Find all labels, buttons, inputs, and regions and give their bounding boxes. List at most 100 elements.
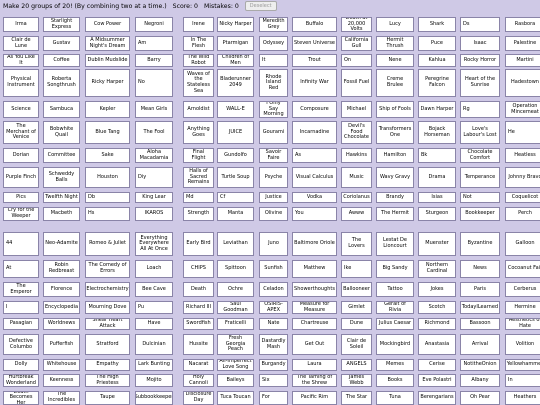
word-tile[interactable]: Hadestown: [505, 69, 540, 97]
word-tile[interactable]: Galloon: [505, 232, 540, 256]
word-tile[interactable]: Ike: [341, 260, 372, 278]
word-tile[interactable]: Fraticelli: [217, 318, 254, 330]
word-tile[interactable]: Infinity War: [292, 69, 337, 97]
word-tile[interactable]: Justice: [259, 192, 288, 203]
word-tile[interactable]: Isaac: [460, 36, 500, 51]
word-tile[interactable]: Coriolanus: [341, 192, 372, 203]
word-tile[interactable]: Sake: [85, 148, 130, 163]
word-tile[interactable]: JUICE: [217, 121, 254, 144]
word-tile[interactable]: Measure for Measure: [292, 301, 337, 314]
word-tile[interactable]: As: [292, 148, 337, 163]
word-tile[interactable]: Mojito: [135, 374, 173, 387]
word-tile[interactable]: Dublin Mudslide: [85, 54, 130, 67]
word-tile[interactable]: Hermine: [505, 301, 540, 314]
word-tile[interactable]: Early Bird: [183, 232, 214, 256]
word-tile[interactable]: Subbookkeeper: [135, 391, 173, 405]
word-tile[interactable]: Bee Cave: [135, 282, 173, 297]
word-tile[interactable]: Martini: [505, 54, 540, 67]
word-tile[interactable]: King Lear: [135, 192, 173, 203]
word-tile[interactable]: Florence: [43, 282, 80, 297]
word-tile[interactable]: Ballooneer: [341, 282, 372, 297]
word-tile[interactable]: Heatless: [505, 148, 540, 163]
word-tile[interactable]: Tuna: [376, 391, 414, 405]
word-tile[interactable]: Yellowhammer: [505, 359, 540, 371]
word-tile[interactable]: Leviathan: [217, 232, 254, 256]
word-tile[interactable]: As You Like It: [3, 54, 39, 67]
word-tile[interactable]: Have: [135, 318, 173, 330]
word-tile[interactable]: In: [505, 374, 540, 387]
word-tile[interactable]: Mockingbird: [376, 334, 414, 355]
word-tile[interactable]: Cocoanut Fair: [505, 260, 540, 278]
word-tile[interactable]: Bladerunner 2049: [217, 69, 254, 97]
word-tile[interactable]: News: [460, 260, 500, 278]
word-tile[interactable]: Savoir Faire: [259, 148, 288, 163]
word-tile[interactable]: Peregrine Falcon: [418, 69, 456, 97]
word-tile[interactable]: Ds: [460, 17, 500, 32]
word-tile[interactable]: Death at 20,000 Volts: [341, 17, 372, 32]
word-tile[interactable]: The High Priestess: [85, 374, 130, 387]
word-tile[interactable]: The Incredibles: [43, 391, 80, 405]
word-tile[interactable]: Not: [460, 192, 500, 203]
word-tile[interactable]: Robin Redbreast: [43, 260, 80, 278]
word-tile[interactable]: Dolly: [3, 359, 39, 371]
word-tile[interactable]: Gimlet: [341, 301, 372, 314]
word-tile[interactable]: Db: [85, 192, 130, 203]
word-tile[interactable]: Shark: [418, 17, 456, 32]
word-tile[interactable]: Pu: [135, 301, 173, 314]
word-tile[interactable]: Steven Universe: [292, 36, 337, 51]
word-tile[interactable]: Johnny Bravo: [505, 167, 540, 188]
word-tile[interactable]: Clair de Lune: [3, 36, 39, 51]
word-tile[interactable]: Irma: [3, 17, 39, 32]
word-tile[interactable]: He: [505, 121, 540, 144]
word-tile[interactable]: You: [292, 207, 337, 221]
word-tile[interactable]: Hamilton: [376, 148, 414, 163]
word-tile[interactable]: Lestat De Lioncourt: [376, 232, 414, 256]
word-tile[interactable]: No: [135, 69, 173, 97]
word-tile[interactable]: Meredith Grey: [259, 17, 288, 32]
word-tile[interactable]: Big Sandy: [376, 260, 414, 278]
word-tile[interactable]: Twelfth Night: [43, 192, 80, 203]
word-tile[interactable]: TodayILearned: [460, 301, 500, 314]
word-tile[interactable]: Manta: [217, 207, 254, 221]
word-tile[interactable]: Kepler: [85, 101, 130, 118]
word-tile[interactable]: Final Flight: [183, 148, 214, 163]
word-tile[interactable]: Keenness: [43, 374, 80, 387]
word-tile[interactable]: Volition: [505, 334, 540, 355]
word-tile[interactable]: Laura: [292, 359, 337, 371]
word-tile[interactable]: Heart of the Sunrise: [460, 69, 500, 97]
word-tile[interactable]: Loach: [135, 260, 173, 278]
word-tile[interactable]: Stratford: [85, 334, 130, 355]
word-tile[interactable]: Love's Labour's Lost: [460, 121, 500, 144]
word-tile[interactable]: Fresh Georgia Peach: [217, 334, 254, 355]
word-tile[interactable]: Cerberus: [505, 282, 540, 297]
word-tile[interactable]: Julius Caesar: [376, 318, 414, 330]
word-tile[interactable]: Byzantine: [460, 232, 500, 256]
word-tile[interactable]: Houston: [85, 167, 130, 188]
word-tile[interactable]: Gustav: [43, 36, 80, 51]
word-tile[interactable]: Md: [183, 192, 214, 203]
word-tile[interactable]: Juno: [259, 232, 288, 256]
word-tile[interactable]: Coffee: [43, 54, 80, 67]
word-tile[interactable]: Clair de Soleil: [341, 334, 372, 355]
word-tile[interactable]: Blue Tang: [85, 121, 130, 144]
word-tile[interactable]: Encyclopedia: [43, 301, 80, 314]
word-tile[interactable]: Cf: [217, 192, 254, 203]
word-tile[interactable]: Bojack Horseman: [418, 121, 456, 144]
word-tile[interactable]: Wavy Gravy: [376, 167, 414, 188]
word-tile[interactable]: Bobwhite Quail: [43, 121, 80, 144]
word-tile[interactable]: The Wild Robot: [183, 54, 214, 67]
word-tile[interactable]: Scotch: [418, 301, 456, 314]
word-tile[interactable]: Rg: [460, 101, 500, 118]
word-tile[interactable]: Coquelicot: [505, 192, 540, 203]
word-tile[interactable]: Negroni: [135, 17, 173, 32]
word-tile[interactable]: Transformers One: [376, 121, 414, 144]
word-tile[interactable]: Awww: [341, 207, 372, 221]
word-tile[interactable]: Trout: [292, 54, 337, 67]
word-tile[interactable]: 44: [3, 232, 39, 256]
word-tile[interactable]: All-Imperfect Love Song: [217, 359, 254, 371]
word-tile[interactable]: Committee: [43, 148, 80, 163]
word-tile[interactable]: Fossil Fuel: [341, 69, 372, 97]
word-tile[interactable]: Turtle Soup: [217, 167, 254, 188]
word-tile[interactable]: Paris: [460, 282, 500, 297]
word-tile[interactable]: Baltimore Oriole: [292, 232, 337, 256]
